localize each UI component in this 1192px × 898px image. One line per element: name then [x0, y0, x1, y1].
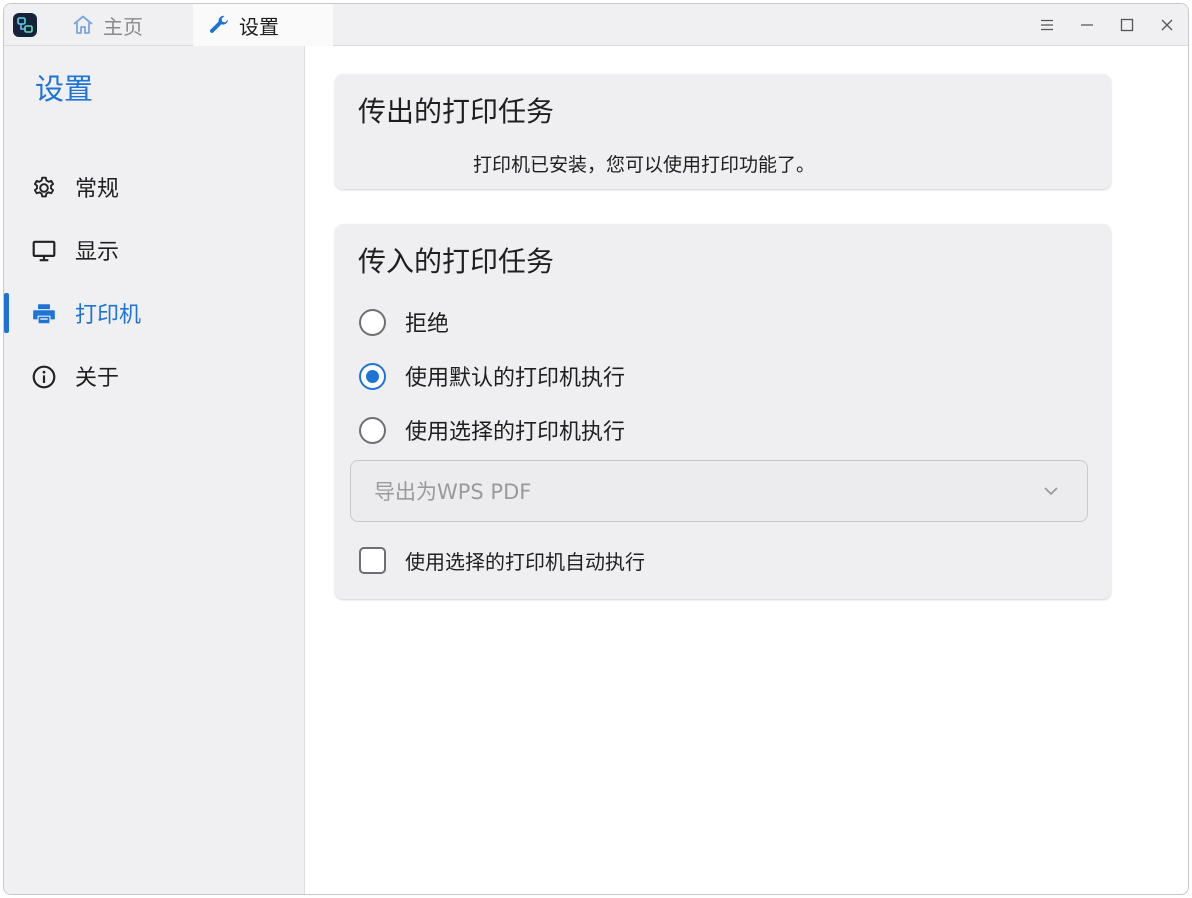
radio-circle[interactable] [359, 416, 386, 444]
sidebar: 设置 常规 显示 打印机 关于 [4, 46, 305, 894]
home-icon [71, 13, 95, 37]
sidebar-title: 设置 [35, 72, 94, 106]
sidebar-item-printer[interactable]: 打印机 [4, 289, 304, 337]
incoming-print-card: 传入的打印任务 拒绝 使用默认的打印机执行 使用选择的打印机执行 导出为WPS … [335, 224, 1111, 599]
sidebar-item-label: 常规 [75, 177, 120, 202]
sidebar-item-general[interactable]: 常规 [4, 163, 304, 211]
maximize-icon[interactable] [1114, 12, 1140, 38]
minimize-icon[interactable] [1074, 12, 1100, 38]
radio-reject[interactable]: 拒绝 [359, 306, 449, 338]
incoming-title: 传入的打印任务 [358, 245, 555, 278]
radio-circle[interactable] [359, 308, 386, 336]
outgoing-status: 打印机已安装，您可以使用打印功能了。 [473, 154, 816, 176]
chevron-down-icon [1041, 481, 1061, 501]
sidebar-item-about[interactable]: 关于 [4, 352, 304, 400]
outgoing-print-card: 传出的打印任务 打印机已安装，您可以使用打印功能了。 [335, 74, 1111, 189]
wrench-icon [207, 13, 231, 37]
radio-circle[interactable] [359, 362, 386, 390]
active-indicator [4, 293, 9, 333]
close-icon[interactable] [1154, 12, 1180, 38]
printer-icon [31, 301, 57, 327]
auto-execute-checkbox[interactable]: 使用选择的打印机自动执行 [359, 545, 645, 575]
app-logo [13, 13, 37, 37]
info-icon [31, 364, 57, 390]
radio-label: 使用选择的打印机执行 [405, 420, 626, 445]
checkbox-box[interactable] [359, 546, 386, 574]
tab-home-label: 主页 [103, 14, 143, 39]
menu-icon[interactable] [1034, 12, 1060, 38]
sidebar-item-label: 显示 [75, 240, 120, 265]
printer-select[interactable]: 导出为WPS PDF [350, 460, 1088, 522]
tab-home[interactable]: 主页 [66, 4, 192, 46]
radio-label: 使用默认的打印机执行 [405, 366, 626, 391]
sidebar-item-label: 打印机 [75, 303, 142, 328]
app-window: 主页 设置 设置 常规 显示 打印机 关于 传出的打印任务 打印机已安装，您可以… [3, 3, 1189, 895]
sidebar-item-label: 关于 [75, 366, 120, 391]
checkbox-label: 使用选择的打印机自动执行 [405, 549, 645, 574]
monitor-icon [31, 238, 57, 264]
radio-default-printer[interactable]: 使用默认的打印机执行 [359, 360, 625, 392]
sidebar-item-display[interactable]: 显示 [4, 226, 304, 274]
radio-selected-printer[interactable]: 使用选择的打印机执行 [359, 414, 625, 446]
outgoing-title: 传出的打印任务 [358, 95, 555, 128]
tab-settings-label: 设置 [239, 14, 279, 39]
tab-settings[interactable]: 设置 [193, 4, 333, 46]
radio-label: 拒绝 [405, 312, 450, 337]
gear-icon [31, 175, 57, 201]
title-bar: 主页 设置 [4, 4, 1188, 46]
printer-select-value: 导出为WPS PDF [374, 480, 532, 504]
